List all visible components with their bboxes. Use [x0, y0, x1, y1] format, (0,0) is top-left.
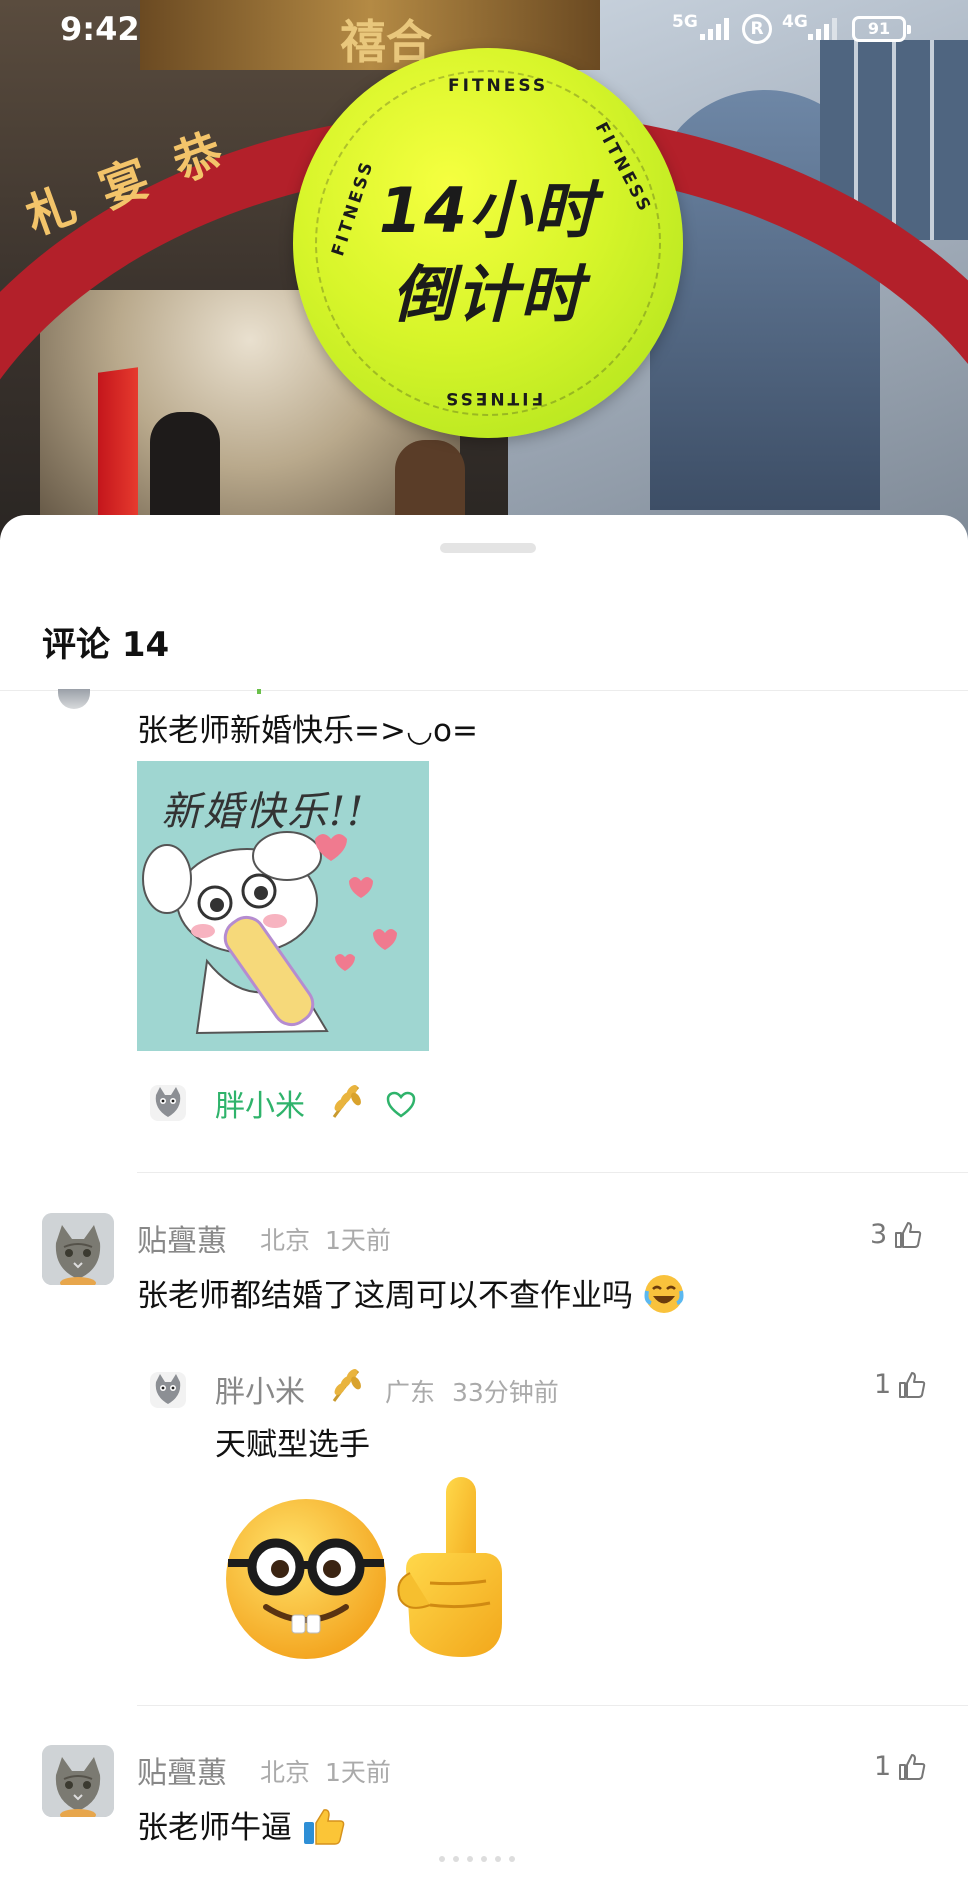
reply-like-button[interactable]: 1 — [874, 1369, 927, 1400]
reply-avatar[interactable] — [150, 1372, 186, 1408]
status-time: 9:42 — [60, 10, 140, 48]
rice-ear-icon — [330, 1083, 364, 1123]
comment-time: 1天前 — [325, 1758, 391, 1787]
drag-handle[interactable] — [440, 543, 536, 553]
comment-text: 张老师都结婚了这周可以不查作业吗 — [137, 1270, 685, 1323]
comment-divider — [137, 1705, 968, 1706]
comment-location: 北京 — [260, 1226, 311, 1255]
status-bar: 9:42 5G R 4G 91 — [0, 0, 968, 60]
reply-location: 广东 — [385, 1378, 436, 1407]
partial-username-fragment — [257, 689, 261, 694]
video-background[interactable]: 禧合 札宴恭 FITNESS FITNESS FITNESS FITNESS 1… — [0, 0, 968, 540]
title-divider — [0, 690, 968, 691]
reply-time: 33分钟前 — [452, 1378, 559, 1407]
heart-icon[interactable] — [386, 1091, 416, 1123]
thumbs-up-icon — [899, 1371, 926, 1398]
laughing-crying-emoji-icon — [643, 1273, 685, 1323]
badge-fitness-bottom: FITNESS — [443, 388, 544, 408]
index-pointing-up-emoji-icon — [397, 1477, 502, 1657]
reply-like-count: 1 — [874, 1369, 892, 1400]
comment-divider — [137, 1172, 968, 1173]
avatar[interactable] — [58, 689, 90, 709]
username[interactable]: 贴亹蕙 — [137, 1748, 227, 1792]
badge-fitness-top: FITNESS — [448, 76, 549, 96]
roaming-icon: R — [742, 14, 772, 44]
cat-avatar-icon — [155, 1087, 181, 1117]
like-button[interactable]: 3 — [870, 1219, 923, 1250]
cat-photo-avatar — [42, 1213, 114, 1285]
badge-line1: 14小时 — [378, 174, 598, 247]
signal-bars-1-icon — [700, 18, 729, 40]
cat-avatar-icon — [155, 1374, 181, 1404]
battery-level: 91 — [867, 19, 891, 38]
comment-time: 1天前 — [325, 1226, 391, 1255]
comment-text: 张老师牛逼 — [137, 1802, 346, 1854]
liked-by-username[interactable]: 胖小米 — [215, 1081, 305, 1125]
like-count: 3 — [870, 1219, 888, 1250]
username[interactable]: 贴亹蕙 — [137, 1216, 227, 1260]
sticker-dog-illustration — [142, 831, 397, 1035]
thumbs-up-emoji-icon — [302, 1806, 346, 1854]
comments-sheet: 评论 14 张老师新婚快乐=>◡o= 新婚快乐!! 胖小米 贴亹蕙 北京 1天前… — [0, 515, 968, 1880]
comments-title: 评论 14 — [42, 625, 170, 665]
comment-text: 张老师新婚快乐=>◡o= — [137, 713, 478, 749]
network-4g-label: 4G — [782, 12, 808, 32]
like-count: 1 — [874, 1751, 892, 1782]
nerd-face-emoji-icon — [226, 1499, 386, 1659]
thumbs-up-icon — [899, 1753, 926, 1780]
comment-location: 北京 — [260, 1758, 311, 1787]
battery-icon: 91 — [852, 16, 911, 42]
reply-username[interactable]: 胖小米 — [215, 1367, 305, 1411]
countdown-badge: FITNESS FITNESS FITNESS FITNESS 14小时 倒计时 — [293, 48, 683, 438]
avatar-liker[interactable] — [150, 1085, 186, 1121]
watermark-dots — [439, 1856, 515, 1862]
comment-text-content: 张老师牛逼 — [137, 1810, 292, 1846]
reply-text: 天赋型选手 — [215, 1427, 370, 1463]
avatar[interactable] — [42, 1213, 114, 1285]
sticker-image[interactable]: 新婚快乐!! — [137, 761, 429, 1051]
cat-photo-avatar — [42, 1745, 114, 1817]
signal-bars-2-icon — [808, 18, 837, 40]
network-5g-label: 5G — [672, 12, 698, 32]
comment-text-content: 张老师都结婚了这周可以不查作业吗 — [137, 1278, 633, 1314]
badge-line2: 倒计时 — [391, 258, 584, 331]
rice-ear-icon — [330, 1367, 364, 1407]
thumbs-up-icon — [895, 1221, 922, 1248]
like-button[interactable]: 1 — [874, 1751, 927, 1782]
avatar[interactable] — [42, 1745, 114, 1817]
